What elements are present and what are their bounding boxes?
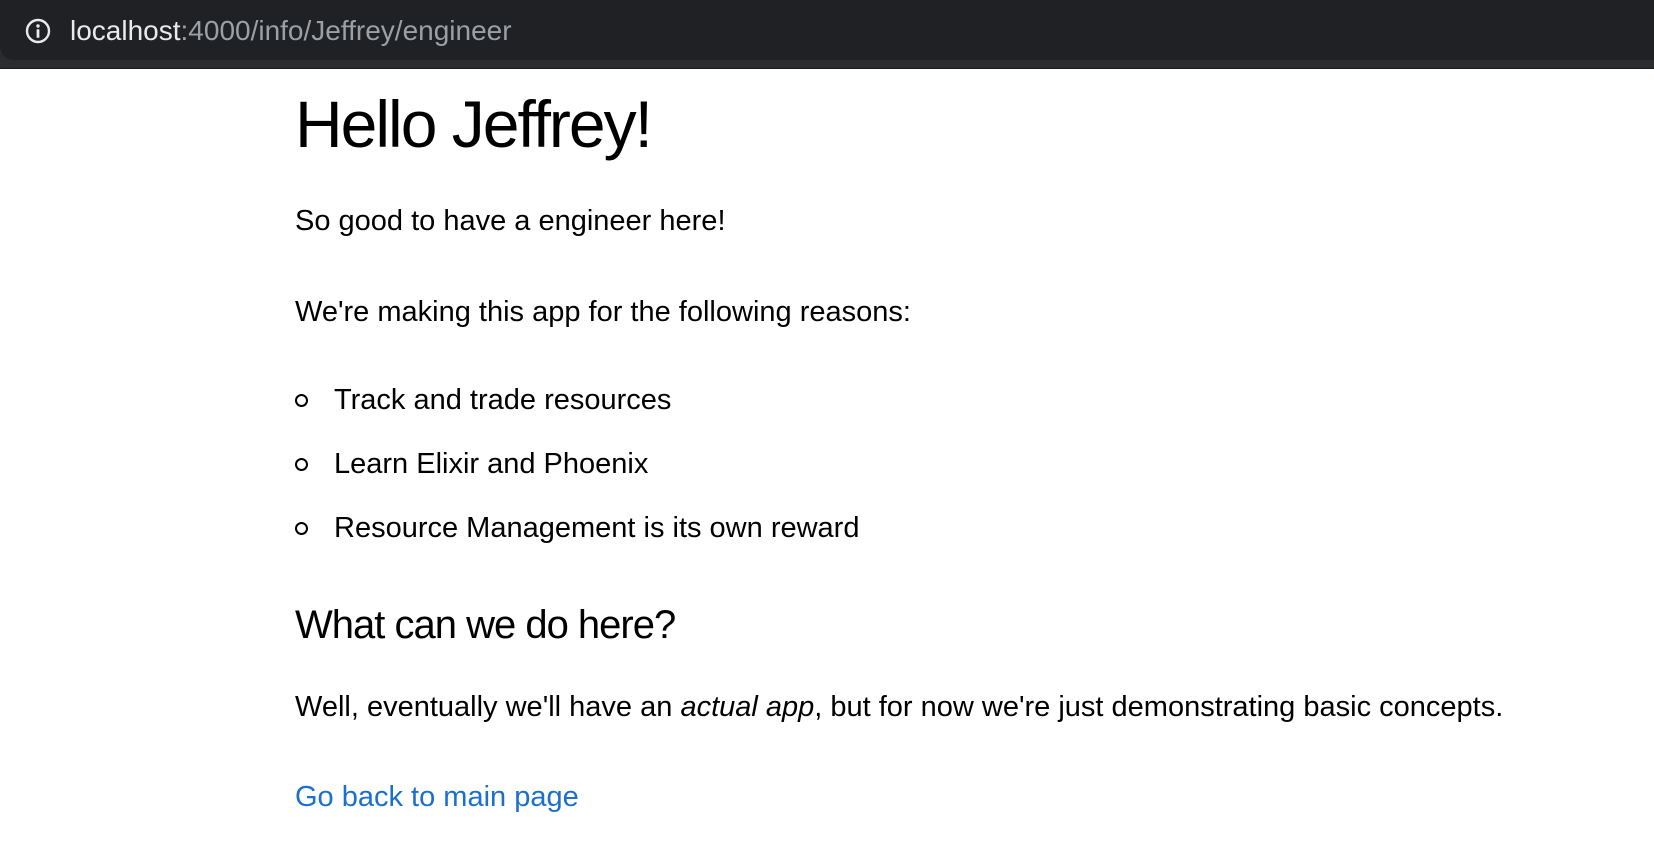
url-host: localhost [70, 15, 181, 46]
circle-bullet-icon [295, 522, 308, 535]
list-item: Learn Elixir and Phoenix [295, 446, 859, 510]
body-paragraph: Well, eventually we'll have an actual ap… [295, 689, 1503, 725]
body-text-start: Well, eventually we'll have an [295, 691, 681, 723]
reasons-intro: We're making this app for the following … [295, 296, 911, 328]
greeting-text: So good to have a engineer here! [295, 205, 726, 237]
back-to-main-link[interactable]: Go back to main page [295, 779, 579, 815]
body-text-end: , but for now we're just demonstrating b… [814, 691, 1504, 723]
omnibox[interactable]: localhost:4000/info/Jeffrey/engineer [0, 0, 1654, 60]
browser-address-bar: localhost:4000/info/Jeffrey/engineer [0, 0, 1654, 69]
url-path: :4000/info/Jeffrey/engineer [180, 15, 512, 46]
reason-text: Track and trade resources [334, 384, 672, 416]
list-item: Track and trade resources [295, 382, 859, 446]
reason-text: Learn Elixir and Phoenix [334, 448, 649, 480]
reason-text: Resource Management is its own reward [334, 512, 860, 544]
url-text[interactable]: localhost:4000/info/Jeffrey/engineer [70, 14, 512, 48]
circle-bullet-icon [295, 458, 308, 471]
list-item: Resource Management is its own reward [295, 510, 859, 574]
page-title: Hello Jeffrey! [295, 87, 653, 161]
section-heading: What can we do here? [295, 603, 676, 647]
circle-bullet-icon [295, 394, 308, 407]
info-circle-icon[interactable] [24, 17, 52, 45]
reasons-list: Track and trade resources Learn Elixir a… [295, 382, 859, 574]
body-emphasis: actual app [680, 691, 815, 723]
